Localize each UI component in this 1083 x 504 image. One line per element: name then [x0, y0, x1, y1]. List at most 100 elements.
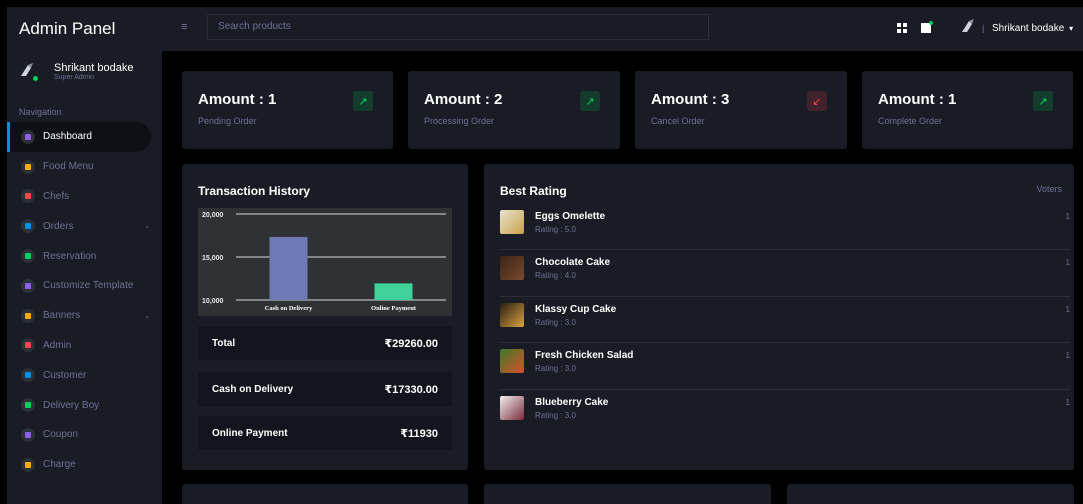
rating-item[interactable]: Klassy Cup Cake Rating : 3.0 1	[500, 297, 1070, 344]
grid-icon[interactable]	[897, 23, 907, 33]
arrow-up-right-icon: ↗	[580, 91, 600, 111]
tx-amount: ₹17330.00	[384, 383, 438, 396]
y-tick-label: 15,000	[202, 255, 224, 262]
food-rating: Rating : 3.0	[535, 410, 576, 420]
vote-count: 1	[1065, 304, 1070, 314]
sidebar-item-admin[interactable]: Admin	[7, 331, 162, 361]
bar-chart: 10,000 15,000 20,000 Cash on Delivery Online…	[202, 212, 446, 312]
rating-item[interactable]: Eggs Omelette Rating : 5.0 1	[500, 204, 1070, 251]
tx-label: Total	[212, 337, 236, 349]
arrow-down-left-icon: ↙	[807, 91, 827, 111]
sidebar-item-food-menu[interactable]: Food Menu	[7, 152, 162, 182]
chevron-down-icon: ⌄	[144, 312, 150, 320]
menu-icon	[21, 129, 35, 144]
menu-icon	[21, 308, 35, 323]
chevron-down-icon: ⌄	[144, 223, 150, 231]
rating-title: Best Rating	[500, 184, 567, 198]
vote-count: 1	[1065, 258, 1070, 268]
stat-title: Amount : 1	[198, 91, 277, 108]
sidebar-nav: Dashboard Food Menu Chefs Orders ⌄ Reservatio…	[7, 122, 162, 480]
brand-title[interactable]: Admin Panel	[19, 19, 115, 39]
tx-amount: ₹11930	[400, 427, 438, 440]
tx-row-total: Total ₹29260.00	[198, 326, 452, 360]
menu-icon	[21, 219, 35, 234]
x-tick-label: Cash on Delivery	[265, 305, 313, 312]
transaction-chart: 10,000 15,000 20,000 Cash on Delivery Online…	[198, 208, 452, 316]
tx-row-online: Online Payment ₹11930	[198, 416, 452, 450]
tx-amount: ₹29260.00	[384, 337, 438, 350]
sidebar-item-label: Customer	[43, 369, 87, 381]
voters-header: Voters	[1036, 184, 1062, 194]
stat-title: Amount : 3	[651, 91, 730, 108]
sidebar-item-label: Admin	[43, 339, 72, 351]
food-thumbnail	[500, 302, 524, 327]
menu-icon	[21, 189, 35, 204]
food-name: Chocolate Cake	[535, 257, 611, 269]
sidebar-item-label: Delivery Boy	[43, 399, 100, 411]
menu-icon	[21, 457, 35, 472]
sidebar-item-label: Orders	[43, 220, 74, 232]
app-frame: Admin Panel ≡ Search products | Shrikant…	[7, 7, 1083, 504]
user-menu[interactable]: Shrikant bodake ▾	[992, 23, 1073, 34]
rating-item[interactable]: Fresh Chicken Salad Rating : 3.0 1	[500, 343, 1070, 390]
stat-subtitle: Cancel Order	[651, 116, 705, 126]
online-status-dot	[33, 76, 38, 81]
food-rating: Rating : 4.0	[535, 271, 576, 281]
sidebar-item-label: Banners	[43, 310, 81, 322]
sidebar-item-banners[interactable]: Banners ⌄	[7, 301, 162, 331]
food-thumbnail	[500, 349, 524, 374]
bottom-card-2	[484, 484, 771, 504]
food-thumbnail	[500, 395, 524, 420]
sidebar-item-dashboard[interactable]: Dashboard	[7, 122, 151, 152]
sidebar-item-customize-template[interactable]: Customize Template	[7, 271, 162, 301]
nav-heading: Navigation	[19, 107, 62, 117]
search-input[interactable]: Search products	[207, 14, 709, 40]
food-rating: Rating : 5.0	[535, 225, 576, 234]
sidebar: Shrikant bodake Super Admin Navigation D…	[7, 51, 162, 504]
mail-icon[interactable]	[921, 21, 933, 33]
profile-role: Super Admin	[54, 74, 95, 81]
food-name: Klassy Cup Cake	[535, 303, 617, 315]
menu-icon	[21, 278, 35, 293]
sidebar-item-orders[interactable]: Orders ⌄	[7, 211, 162, 241]
menu-toggle-icon[interactable]: ≡	[181, 21, 187, 33]
stat-title: Amount : 2	[424, 91, 503, 108]
bar	[269, 236, 308, 300]
sidebar-item-label: Customize Template	[43, 280, 134, 292]
sidebar-item-coupon[interactable]: Coupon	[7, 420, 162, 450]
top-navbar: Admin Panel ≡ Search products | Shrikant…	[7, 7, 1083, 51]
y-tick-label: 10,000	[202, 298, 224, 305]
sidebar-item-label: Dashboard	[43, 131, 92, 143]
stat-card-complete: Amount : 1 Complete Order ↗	[862, 71, 1073, 149]
vote-count: 1	[1065, 351, 1070, 361]
stat-subtitle: Processing Order	[424, 116, 495, 126]
sidebar-item-delivery-boy[interactable]: Delivery Boy	[7, 390, 162, 420]
rating-item[interactable]: Chocolate Cake Rating : 4.0 1	[500, 250, 1070, 297]
food-name: Eggs Omelette	[535, 211, 606, 222]
food-rating: Rating : 3.0	[535, 364, 576, 374]
sidebar-item-chefs[interactable]: Chefs	[7, 182, 162, 212]
arrow-up-right-icon: ↗	[353, 91, 373, 111]
rating-item[interactable]: Blueberry Cake Rating : 3.0 1	[500, 390, 1070, 436]
food-rating: Rating : 3.0	[535, 317, 576, 327]
stat-card-pending: Amount : 1 Pending Order ↗	[182, 71, 393, 149]
rating-list: Eggs Omelette Rating : 5.0 1 Chocolate Cake…	[500, 204, 1070, 436]
header-separator: |	[982, 23, 985, 33]
bar	[374, 283, 413, 300]
stat-title: Amount : 1	[878, 91, 957, 108]
tx-label: Online Payment	[212, 427, 288, 439]
profile-name: Shrikant bodake	[54, 62, 134, 74]
x-tick-label: Online Payment	[371, 305, 417, 312]
sidebar-item-charge[interactable]: Charge	[7, 450, 162, 480]
avatar[interactable]	[960, 18, 976, 34]
sidebar-item-customer[interactable]: Customer	[7, 360, 162, 390]
food-thumbnail	[500, 210, 524, 234]
sidebar-item-label: Coupon	[43, 429, 79, 441]
food-name: Blueberry Cake	[535, 396, 609, 408]
stat-card-cancel: Amount : 3 Cancel Order ↙	[635, 71, 847, 149]
sidebar-item-label: Charge	[43, 459, 76, 471]
sidebar-item-label: Chefs	[43, 190, 70, 202]
tx-row-cod: Cash on Delivery ₹17330.00	[198, 372, 452, 406]
menu-icon	[21, 398, 35, 413]
sidebar-item-reservation[interactable]: Reservation	[7, 241, 162, 271]
